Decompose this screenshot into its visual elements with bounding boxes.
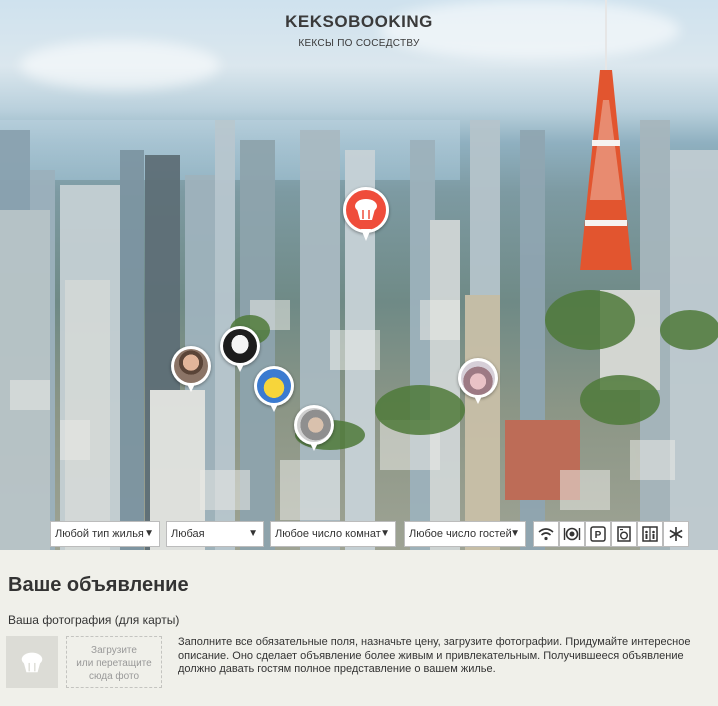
chevron-down-icon: ▼ (380, 528, 390, 539)
photo-label: Ваша фотография (для карты) (8, 613, 180, 627)
map-pin[interactable] (294, 405, 334, 455)
feature-washer[interactable] (611, 521, 637, 547)
form-hint: Заполните все обязательные поля, назначь… (178, 636, 691, 675)
dropzone-text: Загрузите (91, 645, 137, 656)
wifi-icon (538, 528, 554, 541)
housing-type-select[interactable]: Любой тип жилья ▼ (50, 521, 160, 547)
dropzone-text: или перетащите (76, 658, 152, 669)
conditioner-icon (669, 527, 683, 541)
map-pin[interactable] (254, 366, 294, 416)
avatar (297, 408, 331, 442)
feature-wifi[interactable] (533, 521, 559, 547)
photo-dropzone[interactable]: Загрузите или перетащите сюда фото (66, 636, 162, 688)
logo[interactable]: KEKSOBOOKING (0, 12, 718, 32)
avatar (223, 329, 257, 363)
feature-dishwasher[interactable] (559, 521, 585, 547)
main-pin[interactable] (343, 187, 389, 245)
washer-icon (617, 526, 631, 542)
guests-value: Любое число гостей (409, 528, 512, 540)
rooms-select[interactable]: Любое число комнат ▼ (270, 521, 396, 547)
guests-select[interactable]: Любое число гостей ▼ (404, 521, 526, 547)
map-pin[interactable] (171, 346, 211, 396)
svg-text:P: P (595, 530, 602, 541)
ad-form: Ваше объявление Ваша фотография (для кар… (0, 550, 718, 706)
price-select[interactable]: Любая ▼ (166, 521, 264, 547)
housing-type-value: Любой тип жилья (55, 528, 144, 540)
rooms-value: Любое число комнат (275, 528, 381, 540)
price-value: Любая (171, 528, 205, 540)
muffin-icon (21, 652, 43, 673)
chevron-down-icon: ▼ (510, 528, 520, 539)
chevron-down-icon: ▼ (144, 528, 154, 539)
avatar (257, 369, 291, 403)
avatar (461, 361, 495, 395)
city-map[interactable]: KEKSOBOOKING КЕКСЫ ПО СОСЕДСТВУ Любой ти… (0, 0, 718, 550)
tagline: КЕКСЫ ПО СОСЕДСТВУ (298, 38, 420, 49)
feature-elevator[interactable] (637, 521, 663, 547)
elevator-icon (642, 526, 658, 542)
feature-parking[interactable]: P (585, 521, 611, 547)
dropzone-text: сюда фото (88, 671, 140, 682)
dishwasher-icon (563, 527, 581, 541)
map-pin[interactable] (458, 358, 498, 408)
chevron-down-icon: ▼ (248, 528, 258, 539)
avatar-preview (6, 636, 58, 688)
site-header: KEKSOBOOKING КЕКСЫ ПО СОСЕДСТВУ (0, 12, 718, 49)
city-skyline (0, 0, 718, 550)
muffin-icon (355, 199, 377, 220)
avatar (174, 349, 208, 383)
parking-icon: P (590, 526, 606, 542)
feature-conditioner[interactable] (663, 521, 689, 547)
form-title: Ваше объявление (8, 574, 189, 596)
